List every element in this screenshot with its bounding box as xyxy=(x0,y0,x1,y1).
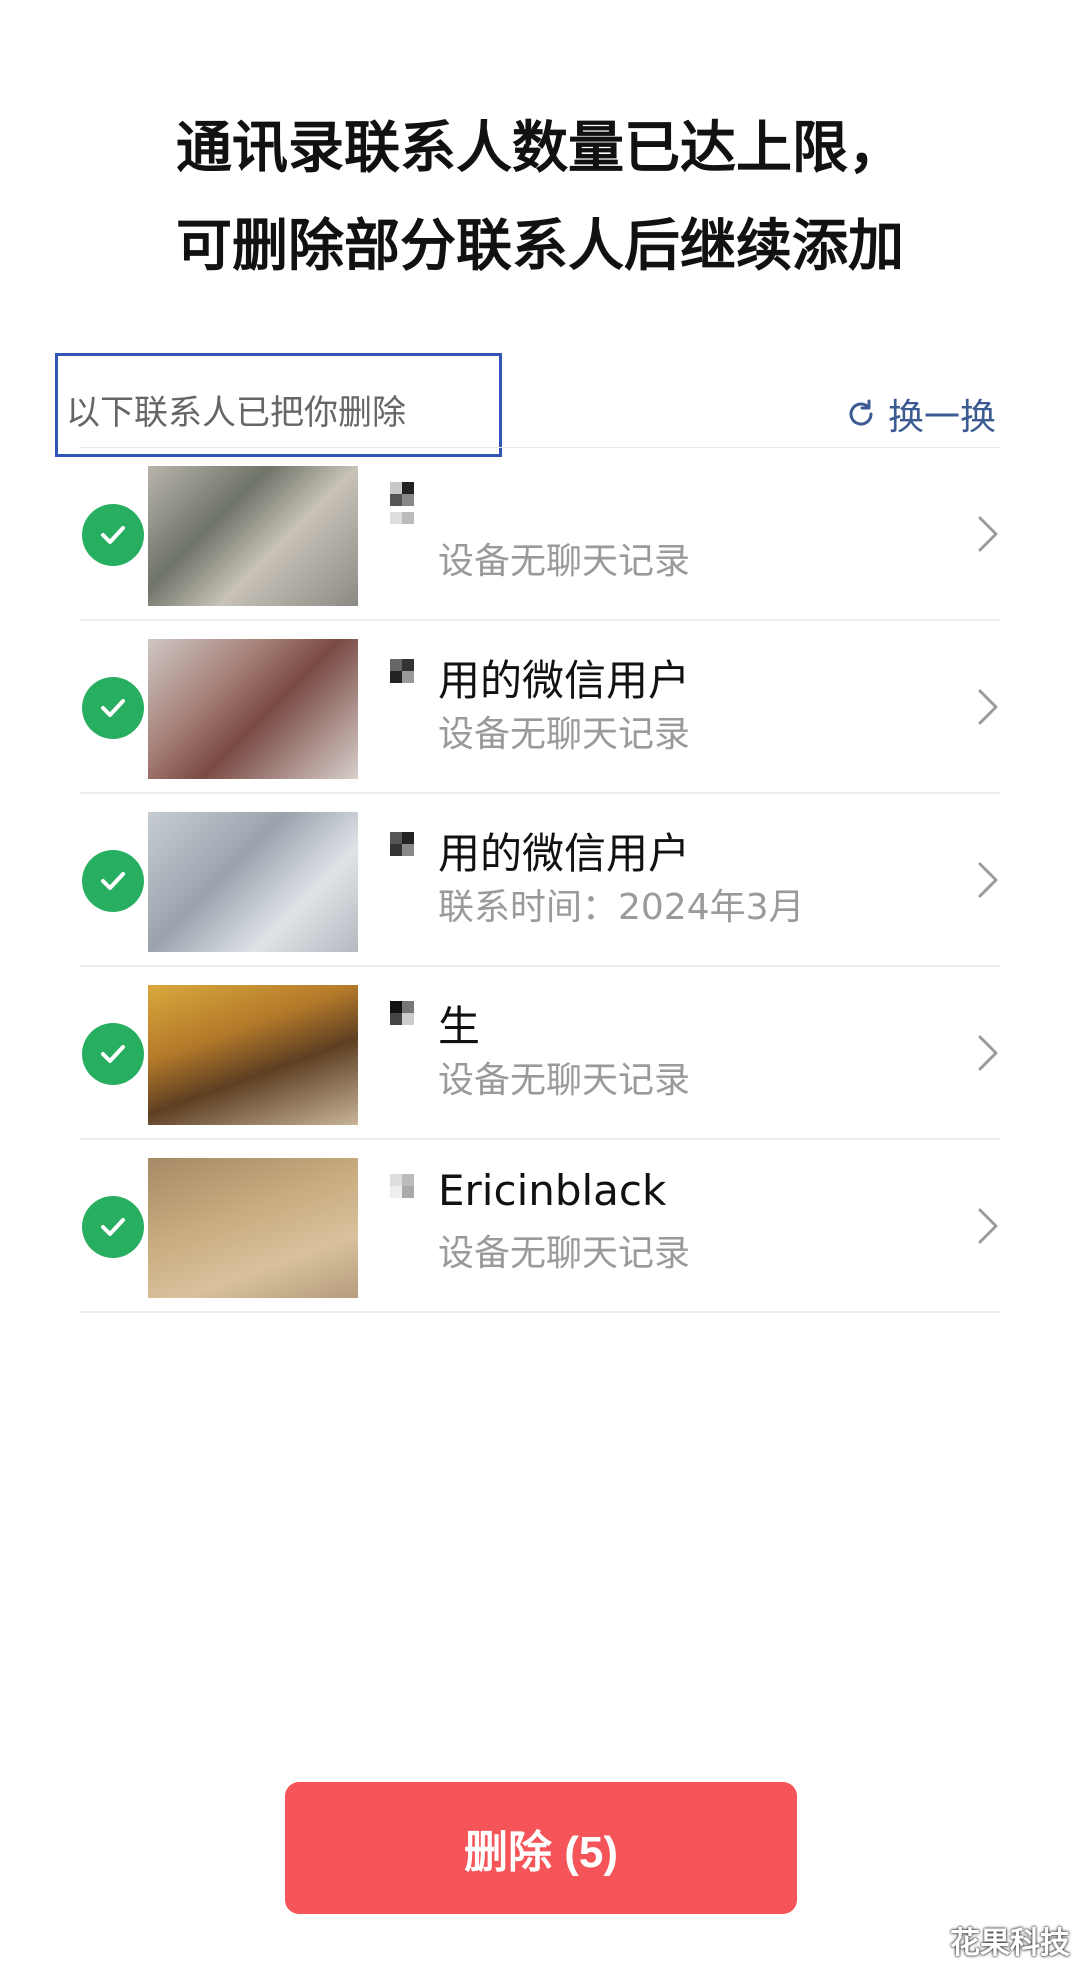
pixelated-name xyxy=(390,482,438,526)
page-title: 通讯录联系人数量已达上限， 可删除部分联系人后继续添加 xyxy=(0,100,1080,296)
refresh-button[interactable]: 换一换 xyxy=(844,388,996,440)
delete-button[interactable]: 删除 (5) xyxy=(285,1782,797,1914)
avatar xyxy=(148,985,358,1125)
check-icon[interactable] xyxy=(82,504,144,566)
pixelated-name xyxy=(390,659,438,703)
contact-name: 用的微信用户 xyxy=(438,829,691,878)
contact-row[interactable]: 设备无聊天记录 xyxy=(0,448,1080,621)
section-label: 以下联系人已把你删除 xyxy=(66,393,406,433)
refresh-icon xyxy=(849,399,873,426)
watermark: 花果科技 xyxy=(950,1926,1070,1961)
chevron-right-icon xyxy=(978,1035,998,1071)
title-line-1: 通讯录联系人数量已达上限， xyxy=(176,116,904,181)
contact-row[interactable]: 生 设备无聊天记录 xyxy=(0,967,1080,1140)
avatar xyxy=(148,1158,358,1298)
avatar xyxy=(148,466,358,606)
contact-name: 生 xyxy=(438,1002,481,1051)
check-icon[interactable] xyxy=(82,850,144,912)
chevron-right-icon xyxy=(978,1208,998,1244)
chevron-right-icon xyxy=(978,862,998,898)
contact-list: 设备无聊天记录 用的微信用户 设备无聊天记录 用的微信用户 联系时间：2024年… xyxy=(0,448,1080,1313)
title-line-2: 可删除部分联系人后继续添加 xyxy=(176,214,904,279)
contact-subtitle: 设备无聊天记录 xyxy=(438,1233,691,1274)
refresh-label: 换一换 xyxy=(887,397,996,438)
avatar xyxy=(148,812,358,952)
contact-subtitle: 设备无聊天记录 xyxy=(438,541,691,582)
avatar xyxy=(148,639,358,779)
chevron-right-icon xyxy=(978,689,998,725)
contact-subtitle: 设备无聊天记录 xyxy=(438,714,691,755)
row-divider xyxy=(80,1311,1000,1313)
check-icon[interactable] xyxy=(82,1023,144,1085)
contact-row[interactable]: 用的微信用户 联系时间：2024年3月 xyxy=(0,794,1080,967)
contact-row[interactable]: 用的微信用户 设备无聊天记录 xyxy=(0,621,1080,794)
check-icon[interactable] xyxy=(82,1196,144,1258)
contact-subtitle: 联系时间：2024年3月 xyxy=(438,887,805,928)
contact-row[interactable]: Ericinblack 设备无聊天记录 xyxy=(0,1140,1080,1313)
contact-name: 用的微信用户 xyxy=(438,656,691,705)
pixelated-name xyxy=(390,1174,438,1218)
contact-name: Ericinblack xyxy=(438,1166,667,1215)
pixelated-name xyxy=(390,1001,438,1045)
pixelated-name xyxy=(390,832,438,876)
contact-subtitle: 设备无聊天记录 xyxy=(438,1060,691,1101)
chevron-right-icon xyxy=(978,516,998,552)
check-icon[interactable] xyxy=(82,677,144,739)
